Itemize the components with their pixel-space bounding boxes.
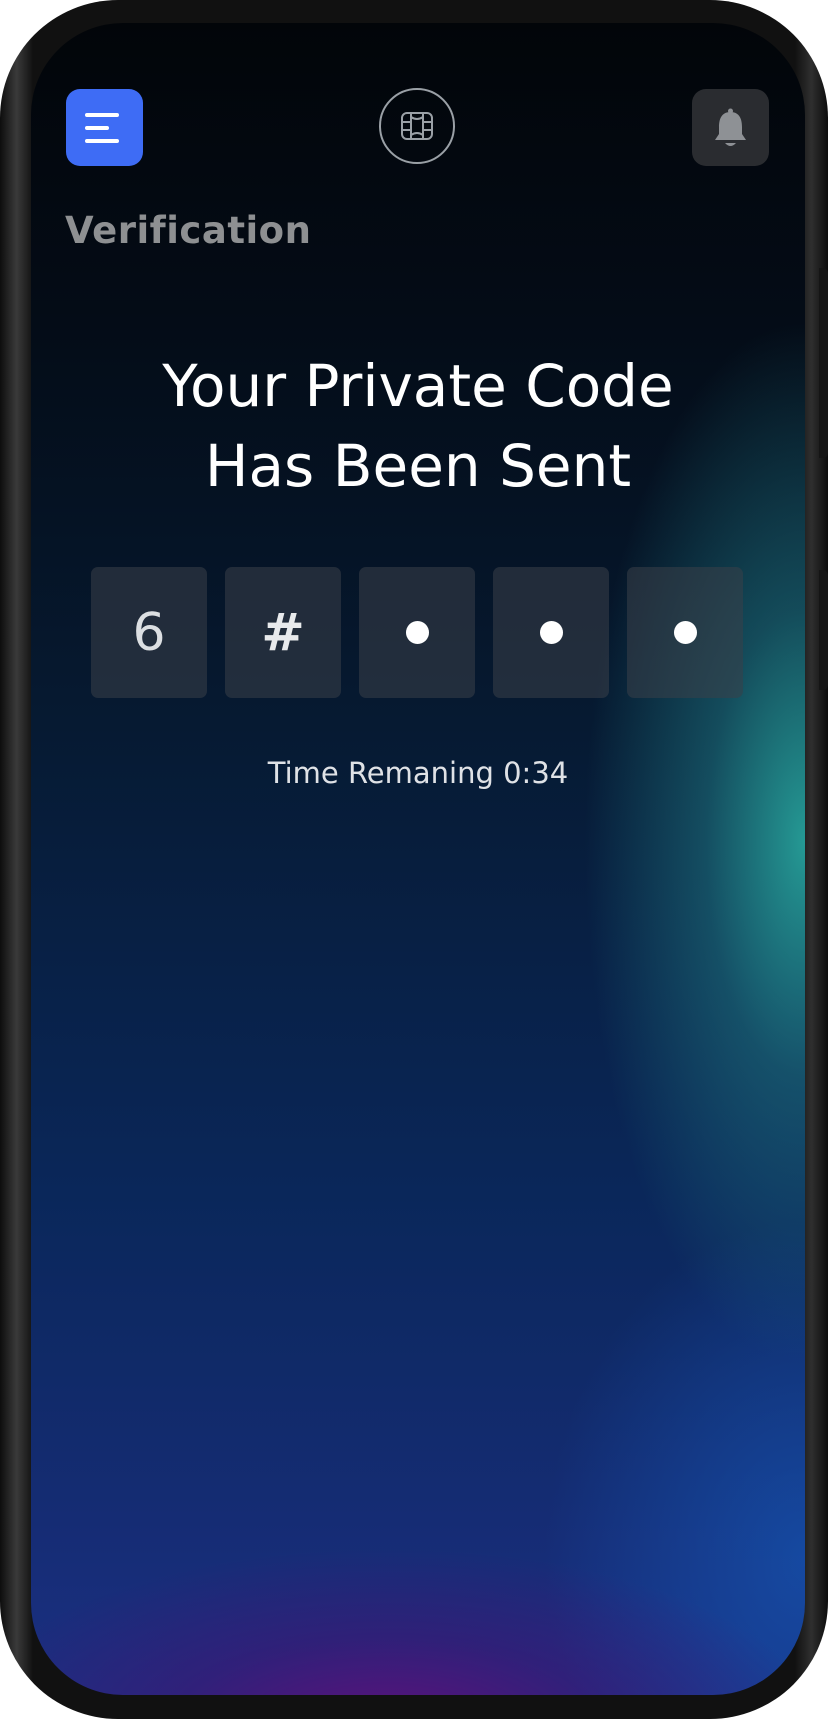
headline-line-1: Your Private Code [162, 352, 674, 420]
code-digit-2[interactable]: # [225, 567, 341, 698]
verification-headline: Your Private Code Has Been Sent [31, 346, 805, 506]
card-chip-icon [379, 88, 455, 164]
side-button-lower [819, 570, 828, 690]
countdown-timer: Time Remaning 0:34 [267, 756, 569, 790]
bell-icon [715, 108, 746, 146]
code-digit-1[interactable]: 6 [91, 567, 207, 698]
page-title: Verification [65, 209, 312, 252]
code-digit-3[interactable] [359, 567, 475, 698]
app-screen: Verification Your Private Code Has Been … [31, 23, 805, 1695]
code-input-row: 6 # [91, 567, 745, 698]
empty-slot-dot [539, 621, 563, 644]
phone-frame: Verification Your Private Code Has Been … [0, 0, 828, 1719]
code-digit-value: # [261, 602, 305, 663]
notification-button[interactable] [692, 89, 769, 166]
side-button-upper [819, 268, 828, 458]
empty-slot-dot [673, 621, 697, 644]
menu-button[interactable] [66, 89, 143, 166]
code-digit-4[interactable] [493, 567, 609, 698]
headline-line-2: Has Been Sent [204, 432, 632, 500]
empty-slot-dot [405, 621, 429, 644]
code-digit-value: 6 [132, 602, 166, 663]
code-digit-5[interactable] [627, 567, 743, 698]
